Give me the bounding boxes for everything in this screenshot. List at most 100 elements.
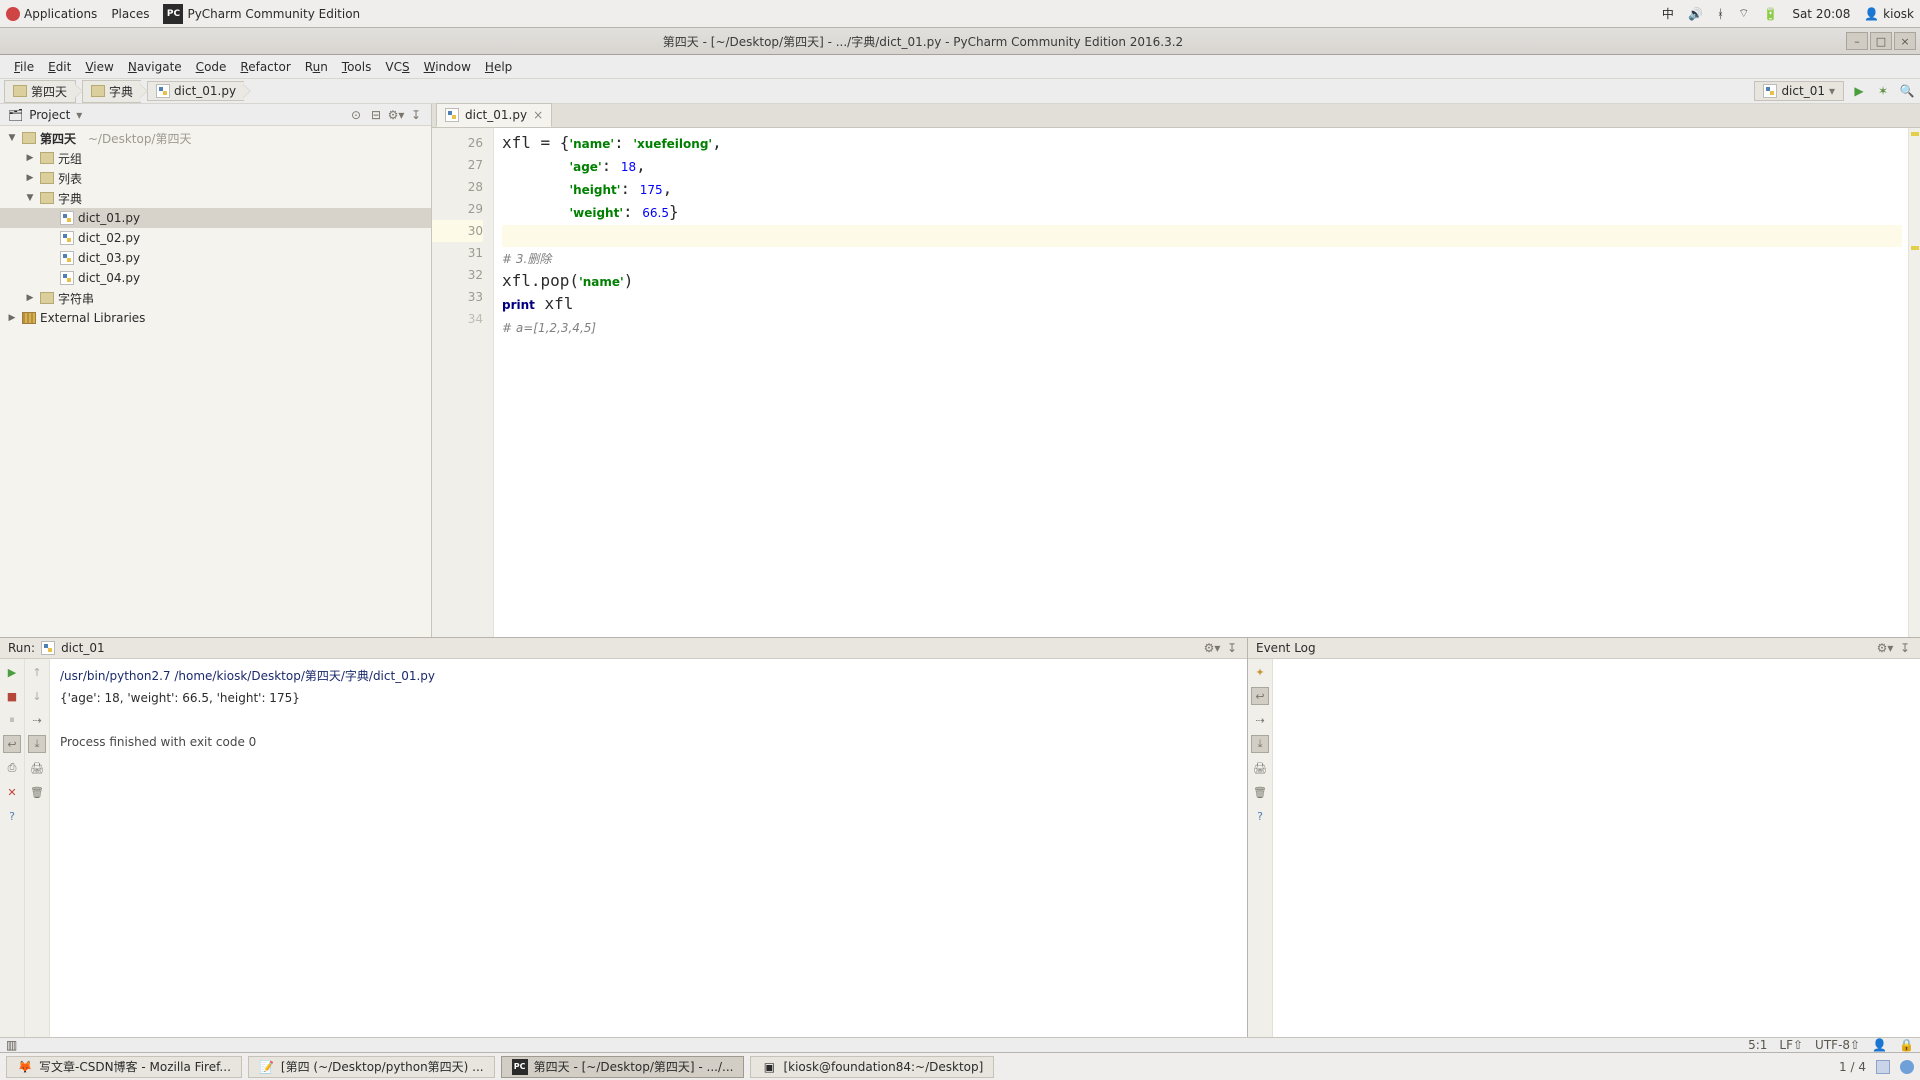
menu-file[interactable]: File (8, 58, 40, 76)
pycharm-taskbar-entry[interactable]: PCPyCharm Community Edition (163, 4, 360, 24)
help-button[interactable]: ? (3, 807, 21, 825)
crumb-root[interactable]: 第四天 (4, 80, 76, 103)
folder-icon (22, 132, 36, 144)
stop-button[interactable]: ■ (3, 687, 21, 705)
menu-tools[interactable]: Tools (336, 58, 378, 76)
file-encoding[interactable]: UTF-8⇧ (1815, 1038, 1860, 1052)
line-separator[interactable]: LF⇧ (1779, 1038, 1803, 1052)
menu-navigate[interactable]: Navigate (122, 58, 188, 76)
event-log-label[interactable]: Event Log (1256, 641, 1316, 655)
tool-window-quick-access[interactable]: ▥ (6, 1038, 17, 1052)
run-header-label[interactable]: Run: (8, 641, 35, 655)
task-firefox[interactable]: 🦊写文章-CSDN博客 - Mozilla Firef... (6, 1056, 242, 1078)
menu-run[interactable]: Run (299, 58, 334, 76)
task-editor[interactable]: 📝[第四 (~/Desktop/python第四天) ... (248, 1056, 495, 1078)
tree-folder-open[interactable]: ▼字典 (0, 188, 431, 208)
run-button[interactable]: ▶ (1850, 82, 1868, 100)
project-tree[interactable]: ▼第四天 ~/Desktop/第四天 ▶元组 ▶列表 ▼字典 dict_01.p… (0, 126, 431, 637)
tree-folder[interactable]: ▶列表 (0, 168, 431, 188)
clock[interactable]: Sat 20:08 (1792, 7, 1850, 21)
clear-icon[interactable]: 🗑 (1251, 783, 1269, 801)
editor-tab[interactable]: dict_01.py× (436, 103, 552, 127)
wrap-button[interactable]: ⇢ (28, 711, 46, 729)
caret-position[interactable]: 5:1 (1748, 1038, 1767, 1052)
run-config-select[interactable]: dict_01▾ (1754, 81, 1844, 101)
close-button[interactable]: ✕ (3, 783, 21, 801)
tree-file[interactable]: dict_03.py (0, 248, 431, 268)
crumb-folder[interactable]: 字典 (82, 80, 141, 103)
run-config-name[interactable]: dict_01 (61, 641, 105, 655)
crumb-file[interactable]: dict_01.py (147, 81, 244, 101)
rerun-button[interactable]: ▶ (3, 663, 21, 681)
filters-icon[interactable]: ⇢ (1251, 711, 1269, 729)
window-minimize[interactable]: – (1846, 32, 1868, 50)
battery-icon[interactable]: 🔋 (1763, 7, 1778, 21)
tree-external-libs[interactable]: ▶External Libraries (0, 308, 431, 328)
tree-file[interactable]: dict_02.py (0, 228, 431, 248)
print-button[interactable]: 🖨 (28, 759, 46, 777)
tree-file-selected[interactable]: dict_01.py (0, 208, 431, 228)
applications-menu[interactable]: Applications (6, 7, 97, 21)
warning-marker[interactable] (1911, 132, 1919, 136)
gear-icon[interactable]: ⚙▾ (389, 108, 403, 122)
workspace-indicator[interactable]: 1 / 4 (1839, 1060, 1866, 1074)
up-button[interactable]: ↑ (28, 663, 46, 681)
dump-threads[interactable]: ⎙ (3, 759, 21, 777)
task-terminal[interactable]: ▣[kiosk@foundation84:~/Desktop] (750, 1056, 994, 1078)
places-menu[interactable]: Places (111, 7, 149, 21)
tree-root[interactable]: ▼第四天 ~/Desktop/第四天 (0, 128, 431, 148)
pause-button[interactable]: ⏸ (3, 711, 21, 729)
menu-view[interactable]: View (79, 58, 119, 76)
debug-button[interactable]: ✶ (1874, 82, 1892, 100)
menu-code[interactable]: Code (190, 58, 233, 76)
down-button[interactable]: ↓ (28, 687, 46, 705)
soft-wrap-icon[interactable]: ↩ (1251, 687, 1269, 705)
collapse-all-icon[interactable]: ⊟ (369, 108, 383, 122)
tree-folder[interactable]: ▶字符串 (0, 288, 431, 308)
menu-vcs[interactable]: VCS (379, 58, 415, 76)
python-file-icon (60, 251, 74, 265)
print-icon[interactable]: 🖨 (1251, 759, 1269, 777)
code-editor[interactable]: 262728293031323334 xfl = {'name': 'xuefe… (432, 128, 1920, 637)
tree-file[interactable]: dict_04.py (0, 268, 431, 288)
wifi-icon[interactable]: ⌔ (1738, 6, 1749, 21)
warning-marker[interactable] (1911, 246, 1919, 250)
ime-indicator[interactable]: 中 (1662, 5, 1674, 22)
lock-icon[interactable]: 🔒 (1899, 1038, 1914, 1052)
menu-edit[interactable]: Edit (42, 58, 77, 76)
window-maximize[interactable]: □ (1870, 32, 1892, 50)
task-pycharm[interactable]: PC第四天 - [~/Desktop/第四天] - .../... (501, 1056, 745, 1078)
scroll-from-source-icon[interactable]: ⊙ (349, 108, 363, 122)
chevron-down-icon[interactable]: ▾ (76, 108, 82, 122)
menu-help[interactable]: Help (479, 58, 518, 76)
gear-icon[interactable]: ⚙▾ (1878, 641, 1892, 655)
clear-button[interactable]: 🗑 (28, 783, 46, 801)
error-stripe[interactable] (1908, 128, 1920, 637)
hide-icon[interactable]: ↧ (409, 108, 423, 122)
bluetooth-icon[interactable]: ᚼ (1717, 7, 1724, 21)
search-everywhere[interactable]: 🔍 (1898, 82, 1916, 100)
gear-icon[interactable]: ⚙▾ (1205, 641, 1219, 655)
balloon-icon[interactable]: ✦ (1251, 663, 1269, 681)
hide-icon[interactable]: ↧ (1898, 641, 1912, 655)
volume-icon[interactable]: 🔊 (1688, 7, 1703, 21)
window-close[interactable]: × (1894, 32, 1916, 50)
python-file-icon (60, 211, 74, 225)
line-gutter[interactable]: 262728293031323334 (432, 128, 494, 637)
menu-window[interactable]: Window (418, 58, 477, 76)
project-tool-window: 🗂 Project ▾ ⊙ ⊟ ⚙▾ ↧ ▼第四天 ~/Desktop/第四天 … (0, 104, 432, 637)
tray-info-icon[interactable] (1900, 1060, 1914, 1074)
inspection-indicator[interactable]: 👤 (1872, 1038, 1887, 1052)
toggle-soft-wrap[interactable]: ↩ (3, 735, 21, 753)
scroll-end-button[interactable]: ⤓ (28, 735, 46, 753)
close-icon[interactable]: × (533, 108, 543, 122)
menu-refactor[interactable]: Refactor (234, 58, 296, 76)
show-desktop[interactable] (1876, 1060, 1890, 1074)
project-header[interactable]: 🗂 Project ▾ ⊙ ⊟ ⚙▾ ↧ (0, 104, 431, 126)
user-menu[interactable]: 👤 kiosk (1864, 7, 1914, 21)
tree-folder[interactable]: ▶元组 (0, 148, 431, 168)
hide-icon[interactable]: ↧ (1225, 641, 1239, 655)
console-output[interactable]: /usr/bin/python2.7 /home/kiosk/Desktop/第… (50, 659, 1247, 1037)
scroll-icon[interactable]: ⤓ (1251, 735, 1269, 753)
help-icon[interactable]: ? (1251, 807, 1269, 825)
